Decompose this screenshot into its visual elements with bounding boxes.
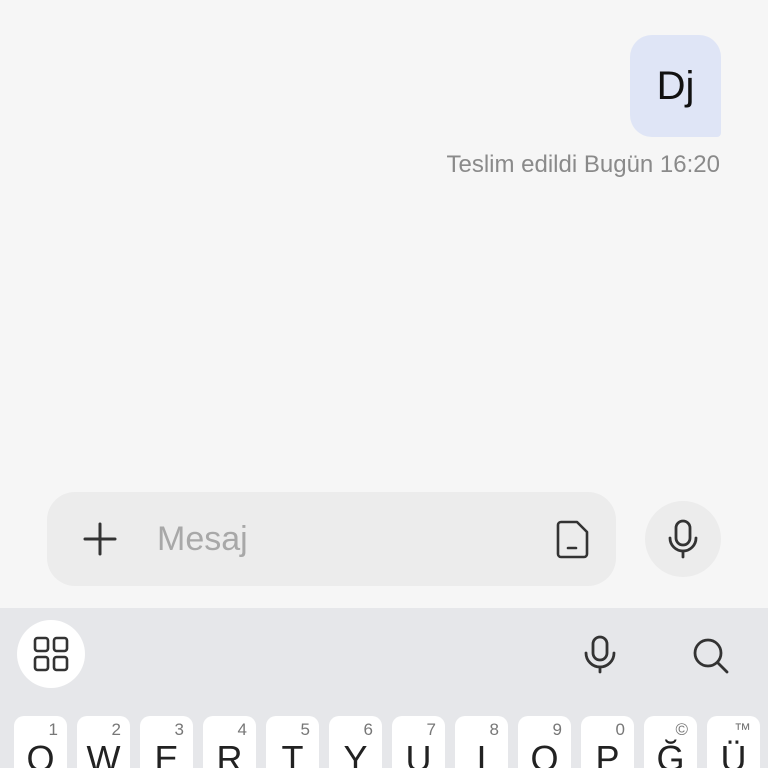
search-icon[interactable]	[690, 635, 730, 675]
sticker-icon[interactable]	[555, 519, 591, 559]
voice-message-button[interactable]	[645, 501, 721, 577]
key-o[interactable]: 9O	[518, 716, 571, 768]
keyboard: 1Q 2W 3E 4R 5T 6Y 7U 8I 9O 0P © Ğ ™ Ü	[0, 608, 768, 768]
keyboard-apps-button[interactable]	[17, 620, 85, 688]
sent-message-bubble[interactable]: Dj	[630, 35, 721, 137]
key-p[interactable]: 0P	[581, 716, 634, 768]
key-e[interactable]: 3E	[140, 716, 193, 768]
key-t[interactable]: 5T	[266, 716, 319, 768]
message-compose-bar[interactable]: Mesaj	[47, 492, 616, 586]
message-input[interactable]: Mesaj	[157, 520, 248, 559]
key-y[interactable]: 6Y	[329, 716, 382, 768]
microphone-icon	[668, 519, 698, 559]
keyboard-voice-input-icon[interactable]	[580, 634, 620, 674]
key-u[interactable]: 7U	[392, 716, 445, 768]
delivery-status: Teslim edildi Bugün 16:20	[446, 151, 720, 178]
keyboard-row-1: 1Q 2W 3E 4R 5T 6Y 7U 8I 9O 0P © Ğ ™ Ü	[14, 716, 760, 768]
plus-icon[interactable]	[83, 522, 117, 556]
key-g-breve[interactable]: © Ğ	[644, 716, 697, 768]
message-text: Dj	[656, 63, 695, 108]
key-u-umlaut[interactable]: ™ Ü	[707, 716, 760, 768]
key-i[interactable]: 8I	[455, 716, 508, 768]
grid-icon	[33, 636, 69, 672]
key-r[interactable]: 4R	[203, 716, 256, 768]
key-w[interactable]: 2W	[77, 716, 130, 768]
key-q[interactable]: 1Q	[14, 716, 67, 768]
